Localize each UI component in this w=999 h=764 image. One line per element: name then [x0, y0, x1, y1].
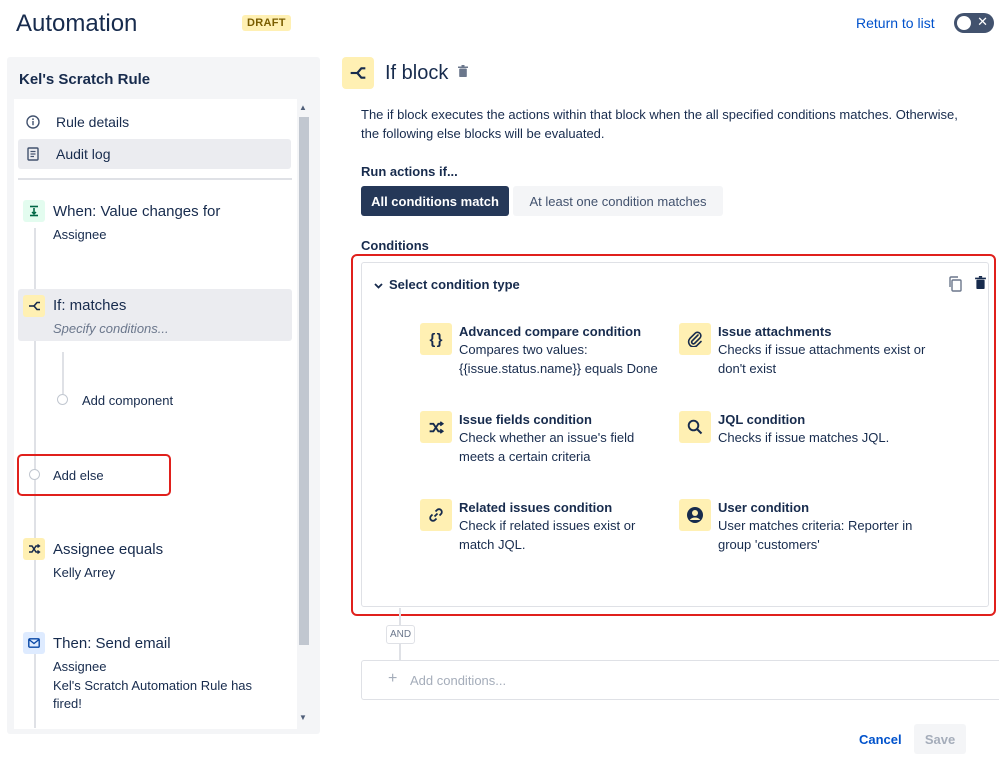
app-title: Automation — [16, 10, 138, 37]
scrollbar-thumb[interactable] — [299, 117, 309, 645]
add-component-button[interactable]: Add component — [82, 393, 173, 408]
plus-icon: + — [388, 670, 398, 687]
rule-enable-toggle[interactable]: ✕ — [954, 13, 994, 33]
scroll-up-icon[interactable]: ▲ — [299, 103, 307, 112]
option-title-user[interactable]: User condition — [718, 500, 809, 515]
chevron-down-icon — [374, 281, 383, 292]
if-component-title[interactable]: If: matches — [53, 297, 126, 314]
scroll-down-icon[interactable]: ▼ — [299, 713, 307, 722]
trigger-component-subtitle: Assignee — [53, 227, 107, 242]
delete-block-icon[interactable] — [458, 65, 468, 80]
option-title-issue-fields[interactable]: Issue fields condition — [459, 412, 592, 427]
delete-condition-icon[interactable] — [975, 276, 986, 292]
branch-icon — [342, 57, 374, 89]
user-icon — [679, 499, 711, 531]
cancel-button[interactable]: Cancel — [859, 732, 902, 747]
select-condition-type-toggle[interactable]: Select condition type — [374, 277, 520, 292]
sidebar-item-label: Audit log — [56, 146, 111, 162]
all-conditions-match-button[interactable]: All conditions match — [361, 186, 509, 216]
toggle-knob — [957, 16, 971, 30]
condition-component-subtitle: Kelly Arrey — [53, 565, 116, 580]
sidebar-divider — [18, 178, 292, 180]
email-icon — [23, 632, 45, 654]
option-desc-jql: Checks if issue matches JQL. — [718, 430, 890, 445]
any-condition-matches-button[interactable]: At least one condition matches — [513, 186, 723, 216]
sidebar-item-label: Rule details — [56, 114, 130, 130]
search-icon — [679, 411, 711, 443]
option-title-issue-attachments[interactable]: Issue attachments — [718, 324, 831, 339]
run-actions-label: Run actions if... — [361, 164, 458, 179]
branch-icon — [23, 295, 45, 317]
draft-badge: DRAFT — [242, 15, 291, 31]
info-icon — [24, 113, 42, 131]
add-conditions-label: Add conditions... — [410, 673, 507, 688]
highlight-box-add-else — [17, 454, 171, 496]
link-icon — [420, 499, 452, 531]
if-component-subtitle: Specify conditions... — [53, 321, 169, 336]
select-condition-type-label: Select condition type — [389, 277, 520, 292]
save-button[interactable]: Save — [914, 724, 966, 754]
copy-icon[interactable] — [948, 276, 962, 295]
document-icon — [24, 145, 42, 163]
shuffle-icon — [23, 538, 45, 560]
option-title-related-issues[interactable]: Related issues condition — [459, 500, 612, 515]
close-icon: ✕ — [977, 14, 988, 29]
action-component-subtitle: Assignee — [53, 659, 107, 674]
option-desc-user: User matches criteria: Reporter in group… — [718, 518, 913, 552]
conditions-label: Conditions — [361, 238, 429, 253]
sidebar-item-audit-log[interactable]: Audit log — [18, 139, 291, 169]
trigger-icon — [23, 200, 45, 222]
option-title-jql[interactable]: JQL condition — [718, 412, 805, 427]
return-to-list-link[interactable]: Return to list — [856, 15, 935, 31]
add-component-dot-icon — [57, 394, 68, 405]
if-branch-connector — [62, 352, 64, 394]
trigger-component-title[interactable]: When: Value changes for — [53, 203, 220, 220]
option-title-advanced-compare[interactable]: Advanced compare condition — [459, 324, 641, 339]
action-component-message: Kel's Scratch Automation Rule has fired! — [53, 678, 253, 711]
and-badge: AND — [386, 625, 415, 644]
shuffle-icon — [420, 411, 452, 443]
paperclip-icon — [679, 323, 711, 355]
option-desc-related-issues: Check if related issues exist or match J… — [459, 518, 636, 552]
option-desc-issue-fields: Check whether an issue's field meets a c… — [459, 430, 635, 464]
braces-icon: { } — [420, 323, 452, 355]
option-desc-advanced-compare: Compares two values: {{issue.status.name… — [459, 342, 658, 376]
block-title: If block — [385, 62, 449, 84]
sidebar-item-rule-details[interactable]: Rule details — [24, 107, 284, 137]
action-component-title[interactable]: Then: Send email — [53, 635, 171, 652]
option-desc-issue-attachments: Checks if issue attachments exist or don… — [718, 342, 926, 376]
block-description: The if block executes the actions within… — [361, 107, 958, 141]
rule-name: Kel's Scratch Rule — [19, 71, 151, 88]
condition-component-title[interactable]: Assignee equals — [53, 541, 163, 558]
